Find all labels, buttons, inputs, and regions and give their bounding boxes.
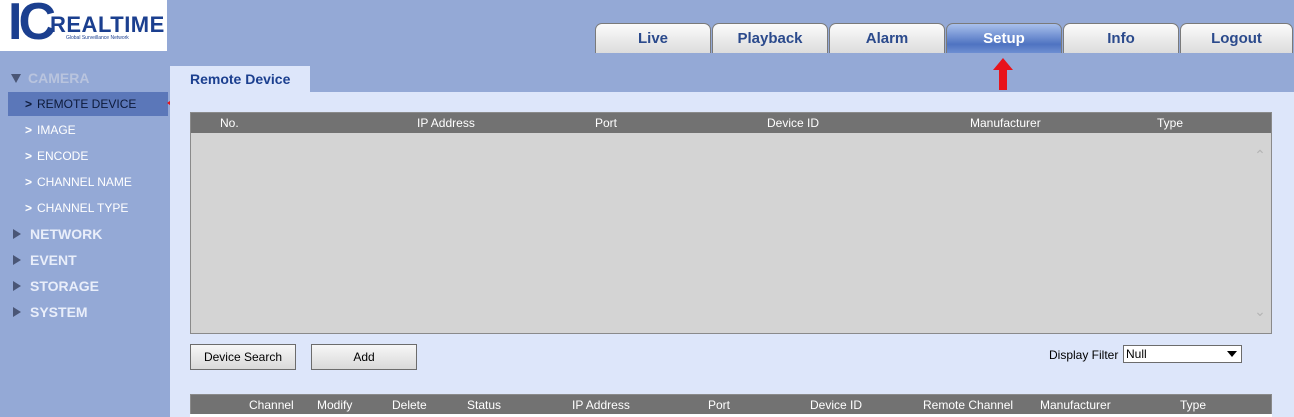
sidebar-item-channel-name[interactable]: > CHANNEL NAME <box>8 170 168 194</box>
sidebar-item-label: CHANNEL NAME <box>37 175 132 189</box>
sidebar-group-event[interactable]: EVENT <box>11 250 77 270</box>
column-header-manufacturer: Manufacturer <box>1040 398 1111 412</box>
column-header-device-id: Device ID <box>810 398 863 412</box>
logo-tagline: Global Surveillance Network <box>66 35 129 41</box>
chevron-right-icon: > <box>25 175 33 189</box>
column-header-port: Port <box>708 398 731 412</box>
scroll-up-icon[interactable]: ⌃ <box>1253 148 1267 162</box>
column-header-device-id: Device ID <box>767 116 820 130</box>
main-content: No. IP Address Port Device ID Manufactur… <box>170 92 1294 417</box>
sidebar-item-channel-type[interactable]: > CHANNEL TYPE <box>8 196 168 220</box>
sidebar-group-label: SYSTEM <box>30 304 88 320</box>
tab-setup[interactable]: Setup <box>946 23 1062 53</box>
sidebar-item-encode[interactable]: > ENCODE <box>8 144 168 168</box>
sidebar-group-label: NETWORK <box>30 226 103 242</box>
tab-info[interactable]: Info <box>1063 23 1179 53</box>
brand-logo: IC REALTIME Global Surveillance Network <box>0 0 167 51</box>
add-button[interactable]: Add <box>311 344 417 370</box>
column-header-manufacturer: Manufacturer <box>970 116 1041 130</box>
collapsed-triangle-icon <box>13 281 21 291</box>
column-header-type: Type <box>1157 116 1184 130</box>
column-header-delete: Delete <box>392 398 427 412</box>
collapsed-triangle-icon <box>13 229 21 239</box>
added-devices-grid-header: Channel Modify Delete Status IP Address … <box>190 394 1272 414</box>
device-grid-header: No. IP Address Port Device ID Manufactur… <box>191 113 1271 133</box>
tab-playback[interactable]: Playback <box>712 23 828 53</box>
sidebar: CAMERA > REMOTE DEVICE > IMAGE > ENCODE … <box>0 51 170 417</box>
display-filter-select[interactable]: Null <box>1123 345 1242 363</box>
column-header-no: No. <box>220 116 239 130</box>
column-header-modify: Modify <box>317 398 353 412</box>
column-header-channel: Channel <box>249 398 294 412</box>
scroll-down-icon[interactable]: ⌄ <box>1253 304 1267 318</box>
device-search-grid: No. IP Address Port Device ID Manufactur… <box>190 112 1272 334</box>
sidebar-item-label: ENCODE <box>37 149 89 163</box>
chevron-right-icon: > <box>25 201 33 215</box>
sidebar-item-label: IMAGE <box>37 123 76 137</box>
red-arrow-up-icon <box>993 58 1013 90</box>
column-header-type: Type <box>1180 398 1207 412</box>
sidebar-item-label: REMOTE DEVICE <box>37 97 137 111</box>
chevron-right-icon: > <box>25 149 33 163</box>
expanded-triangle-icon <box>11 73 21 83</box>
page-tab-remote-device[interactable]: Remote Device <box>170 66 310 92</box>
column-header-ip-address: IP Address <box>572 398 630 412</box>
sidebar-group-label: STORAGE <box>30 278 99 294</box>
chevron-right-icon: > <box>25 97 33 111</box>
sidebar-group-system[interactable]: SYSTEM <box>11 302 88 322</box>
column-header-port: Port <box>595 116 618 130</box>
sidebar-item-remote-device[interactable]: > REMOTE DEVICE <box>8 92 168 116</box>
collapsed-triangle-icon <box>13 307 21 317</box>
column-header-remote-channel: Remote Channel <box>923 398 1014 412</box>
tab-live[interactable]: Live <box>595 23 711 53</box>
chevron-down-icon <box>1227 351 1237 357</box>
column-header-ip-address: IP Address <box>417 116 475 130</box>
sidebar-group-storage[interactable]: STORAGE <box>11 276 99 296</box>
tab-alarm[interactable]: Alarm <box>829 23 945 53</box>
column-header-status: Status <box>467 398 502 412</box>
chevron-right-icon: > <box>25 123 33 137</box>
sidebar-group-label: CAMERA <box>28 70 90 86</box>
logo-mark: IC <box>8 0 56 51</box>
sidebar-group-camera[interactable]: CAMERA <box>11 68 89 88</box>
display-filter-value: Null <box>1126 347 1147 361</box>
sidebar-item-label: CHANNEL TYPE <box>37 201 129 215</box>
tab-logout[interactable]: Logout <box>1180 23 1293 53</box>
sidebar-group-network[interactable]: NETWORK <box>11 224 102 244</box>
display-filter-label: Display Filter <box>1049 348 1119 362</box>
device-search-button[interactable]: Device Search <box>190 344 296 370</box>
sidebar-item-image[interactable]: > IMAGE <box>8 118 168 142</box>
sidebar-group-label: EVENT <box>30 252 77 268</box>
collapsed-triangle-icon <box>13 255 21 265</box>
